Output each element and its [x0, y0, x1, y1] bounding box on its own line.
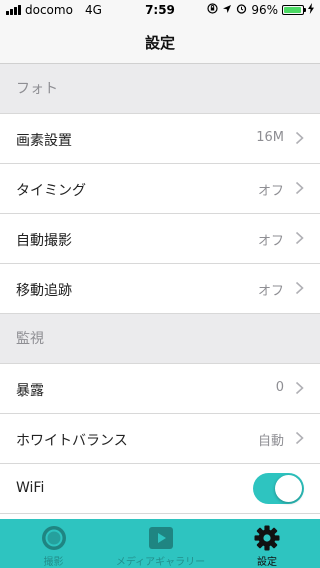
location-icon	[222, 3, 232, 17]
tab-media-gallery[interactable]: メディアギャラリー	[107, 519, 214, 568]
setting-label: WiFi	[16, 480, 45, 496]
navigation-bar: 設定	[0, 20, 320, 64]
tab-capture[interactable]: 撮影	[0, 519, 107, 568]
setting-row-white-balance[interactable]: ホワイトバランス 自動	[0, 414, 320, 464]
section-header-photo: フォト	[0, 64, 320, 114]
setting-row-timer[interactable]: タイミング オフ	[0, 164, 320, 214]
chevron-right-icon	[295, 181, 304, 195]
setting-row-motion-tracking[interactable]: 移動追跡 オフ	[0, 264, 320, 314]
status-right: 96%	[207, 3, 314, 17]
battery-icon	[282, 5, 306, 15]
tab-label: 撮影	[43, 557, 64, 568]
toggle-knob[interactable]	[275, 475, 302, 502]
setting-row-wifi: WiFi	[0, 464, 320, 514]
wifi-toggle[interactable]	[253, 473, 304, 504]
chevron-right-icon	[295, 281, 304, 295]
setting-value: オフ	[257, 234, 284, 249]
orientation-lock-icon	[207, 3, 218, 17]
tab-label: 設定	[257, 557, 277, 568]
setting-label: 自動撮影	[16, 233, 72, 249]
charging-icon	[308, 3, 314, 17]
setting-label: 暴露	[16, 383, 44, 399]
gear-icon	[254, 525, 280, 555]
setting-value: オフ	[257, 284, 284, 299]
settings-list[interactable]: フォト 画素設置 16M タイミング オフ 自動撮影 オフ 移動追跡 オフ 監視…	[0, 64, 320, 514]
setting-label: タイミング	[16, 183, 86, 199]
chevron-right-icon	[295, 381, 304, 395]
section-header-monitor: 監視	[0, 314, 320, 364]
setting-value: 自動	[257, 434, 284, 449]
setting-row-resolution[interactable]: 画素設置 16M	[0, 114, 320, 164]
chevron-right-icon	[295, 431, 304, 445]
chevron-right-icon	[295, 231, 304, 245]
alarm-icon	[236, 3, 247, 17]
setting-label: 画素設置	[16, 133, 72, 149]
play-icon	[148, 525, 174, 555]
page-title: 設定	[144, 34, 175, 52]
status-bar: docomo 4G 7:59 96%	[0, 0, 320, 20]
setting-value: オフ	[257, 184, 284, 199]
camera-shutter-icon	[41, 525, 67, 555]
setting-label: 移動追跡	[16, 283, 72, 299]
tab-settings[interactable]: 設定	[214, 519, 320, 568]
tab-label: メディアギャラリー	[115, 557, 206, 568]
setting-row-auto-capture[interactable]: 自動撮影 オフ	[0, 214, 320, 264]
setting-value: 16M	[256, 130, 284, 145]
battery-percent: 96%	[251, 3, 278, 17]
tab-bar: 撮影 メディアギャラリー 設定	[0, 519, 320, 568]
setting-row-exposure[interactable]: 暴露 0	[0, 364, 320, 414]
setting-value: 0	[275, 380, 284, 395]
chevron-right-icon	[295, 131, 304, 145]
setting-label: ホワイトバランス	[16, 433, 128, 449]
